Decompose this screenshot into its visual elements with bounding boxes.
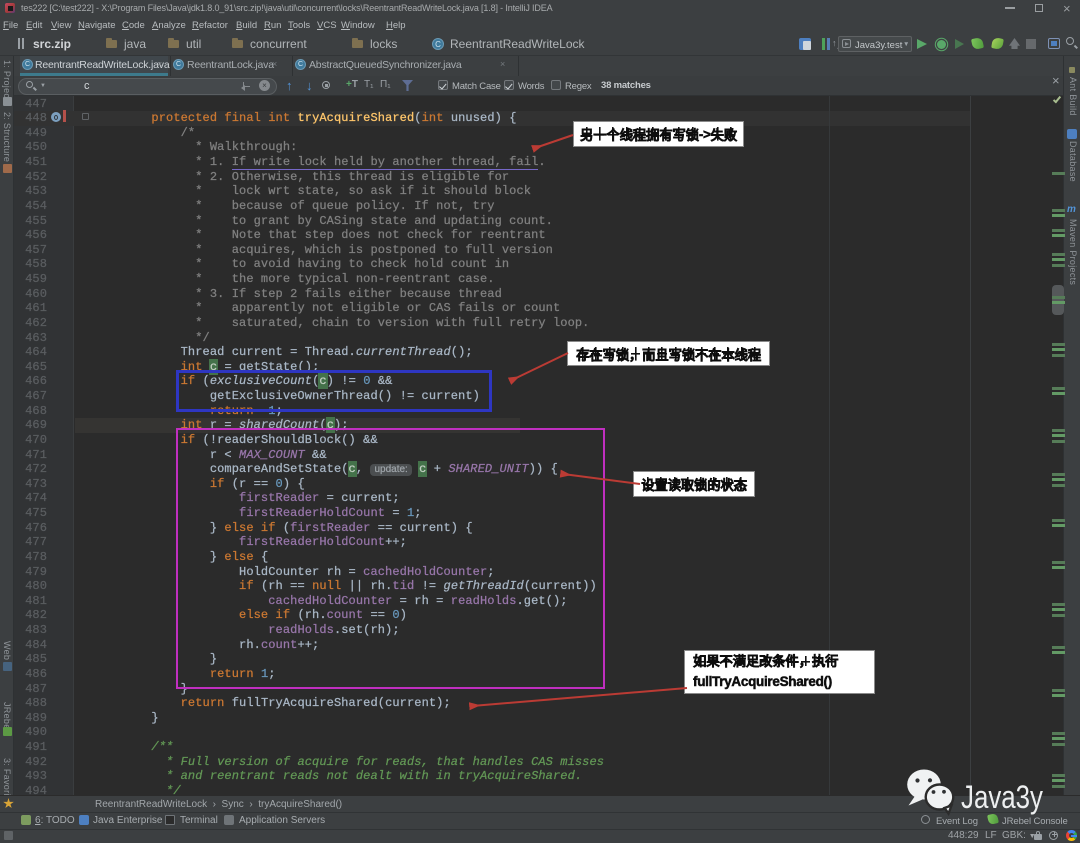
svg-text:Java3y: Java3y <box>961 779 1043 815</box>
